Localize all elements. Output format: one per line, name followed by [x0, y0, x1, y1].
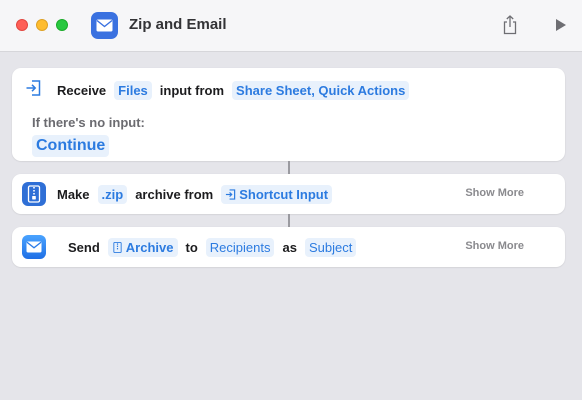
action-connector — [288, 214, 290, 227]
no-input-behavior-token[interactable]: Continue — [32, 135, 110, 157]
input-type-token[interactable]: Files — [114, 80, 152, 100]
input-source-token[interactable]: Share Sheet, Quick Actions — [232, 80, 410, 100]
window-title: Zip and Email — [129, 16, 227, 33]
receive-verb: Receive — [57, 82, 107, 98]
send-email-row: Send Archive to Recipients as Subject — [68, 227, 364, 267]
make-archive-row: Make .zip archive from Shortcut Input — [57, 174, 340, 214]
show-more-button[interactable]: Show More — [465, 187, 524, 199]
zip-archive-icon — [113, 241, 122, 253]
shortcut-input-icon — [226, 188, 236, 200]
mail-icon[interactable] — [91, 12, 118, 39]
continue-wrapper: Continue — [32, 135, 117, 157]
receive-input-action[interactable]: Receive Files input from Share Sheet, Qu… — [12, 68, 565, 161]
action-connector — [288, 161, 290, 174]
as-text: as — [282, 239, 297, 255]
recipients-token[interactable]: Recipients — [205, 237, 275, 257]
input-from-text: input from — [159, 82, 225, 98]
subject-token[interactable]: Subject — [304, 237, 357, 257]
no-input-label: If there's no input: — [32, 115, 145, 130]
receive-action-row: Receive Files input from Share Sheet, Qu… — [57, 70, 417, 110]
run-shortcut-button[interactable] — [550, 13, 572, 37]
share-button[interactable] — [499, 13, 521, 37]
to-text: to — [185, 239, 198, 255]
play-icon — [556, 19, 566, 31]
archive-from-text: archive from — [135, 186, 214, 202]
share-icon — [503, 15, 517, 35]
archive-variable-label: Archive — [125, 239, 174, 255]
shortcut-input-label: Shortcut Input — [239, 186, 329, 202]
archive-variable-token[interactable]: Archive — [107, 237, 178, 257]
shortcut-input-token[interactable]: Shortcut Input — [221, 184, 333, 204]
zip-archive-icon — [22, 182, 46, 206]
show-more-button[interactable]: Show More — [465, 240, 524, 252]
make-verb: Make — [57, 186, 90, 202]
send-email-action[interactable]: Send Archive to Recipients as Subject Sh… — [12, 227, 565, 267]
send-verb: Send — [68, 239, 100, 255]
zoom-window-button[interactable] — [56, 19, 68, 31]
title-bar: Zip and Email — [0, 0, 582, 52]
close-window-button[interactable] — [16, 19, 28, 31]
receive-input-icon — [22, 76, 46, 100]
make-archive-action[interactable]: Make .zip archive from Shortcut Input Sh… — [12, 174, 565, 214]
archive-format-token[interactable]: .zip — [97, 184, 128, 204]
minimize-window-button[interactable] — [36, 19, 48, 31]
mail-icon — [22, 235, 46, 259]
